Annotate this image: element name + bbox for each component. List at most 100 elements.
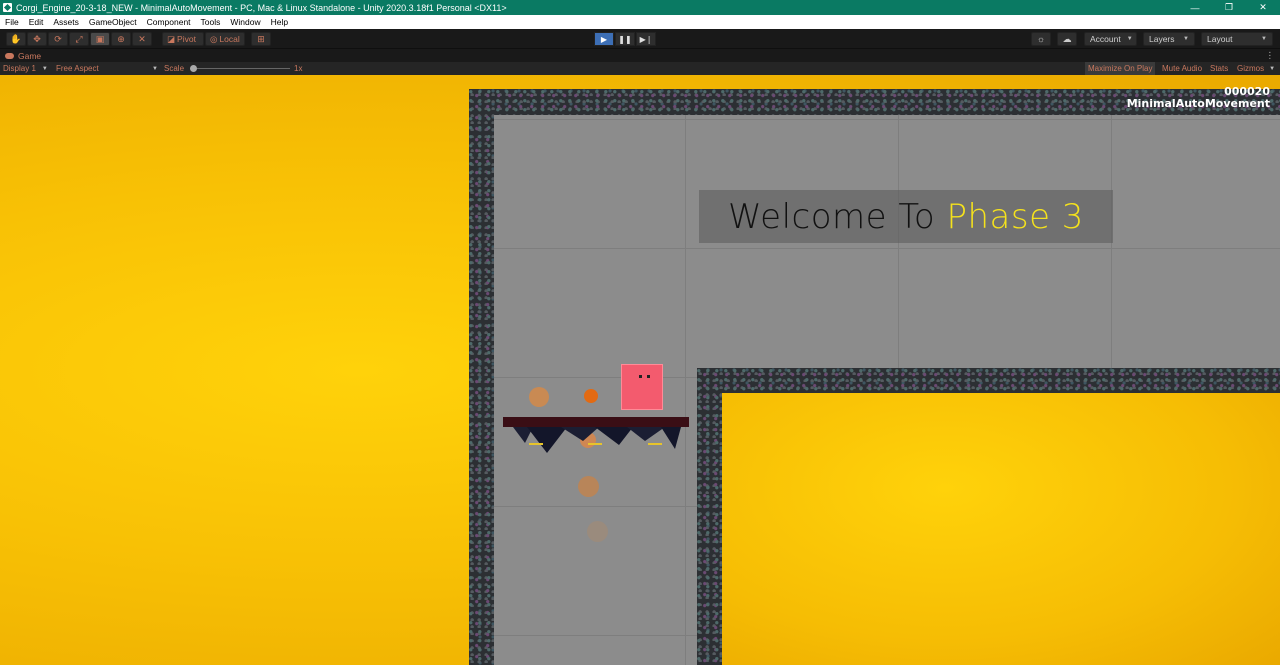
account-dropdown[interactable]: Account ▼ [1084,32,1137,46]
coin-orb [584,389,598,403]
coin-orb [529,387,549,407]
restore-button[interactable]: ❐ [1212,0,1246,15]
spike [527,427,567,453]
local-label: Local [219,34,240,44]
spike [561,427,599,441]
platform-spikes [513,427,681,453]
player-eye [639,375,642,378]
account-label: Account [1090,34,1121,44]
thruster [529,443,543,445]
coin-orb [587,521,608,542]
chevron-down-icon: ▼ [152,65,158,72]
grid-snap-icon: ⊞ [257,33,265,44]
snap-settings-button[interactable]: ⊞ [251,32,271,46]
layout-dropdown[interactable]: Layout ▼ [1201,32,1273,46]
rect-icon: ▣ [95,33,105,44]
gamepad-icon [5,52,14,59]
spike [661,427,681,449]
scale-icon: ⤢ [75,33,83,44]
move-icon: ✥ [33,33,41,44]
transform-icon: ⊕ [117,33,125,44]
aspect-label: Free Aspect [56,64,99,73]
close-button[interactable]: ✕ [1246,0,1280,15]
main-toolbar: ✋ ✥ ⟳ ⤢ ▣ ⊕ ✕ ◪ Pivot ◎ Local ⊞ ▶ ❚❚ ▶❘ ☼ … [0,29,1280,49]
menu-edit[interactable]: Edit [24,17,49,27]
cloud-icon: ☁ [1062,33,1072,44]
inner-area [722,393,1280,665]
play-icon: ▶ [600,34,608,44]
transform-tool-button[interactable]: ⊕ [111,32,131,46]
pause-icon: ❚❚ [618,34,632,44]
step-icon: ▶❘ [639,34,653,44]
left-wall [469,89,494,665]
minimize-button[interactable]: — [1178,0,1212,15]
window-title: Corgi_Engine_20-3-18_NEW - MinimalAutoMo… [16,2,507,13]
custom-tool-button[interactable]: ✕ [132,32,152,46]
rotate-tool-button[interactable]: ⟳ [48,32,68,46]
layers-label: Layers [1149,34,1175,44]
scale-slider-handle[interactable] [190,65,197,72]
gizmos-dropdown[interactable]: Gizmos ▼ [1234,62,1278,75]
menu-bar: File Edit Assets GameObject Component To… [0,15,1280,29]
ledge-side-wall [697,368,722,665]
move-tool-button[interactable]: ✥ [27,32,47,46]
maximize-on-play-toggle[interactable]: Maximize On Play [1085,62,1156,75]
player-eye [647,375,650,378]
menu-component[interactable]: Component [142,17,196,27]
thruster [588,443,602,445]
display-dropdown[interactable]: Display 1 ▼ [3,62,48,75]
menu-assets[interactable]: Assets [48,17,84,27]
rect-tool-button[interactable]: ▣ [90,32,110,46]
tab-game[interactable]: Game [0,51,41,61]
sun-icon: ☼ [1036,34,1046,44]
custom-tool-icon: ✕ [138,33,146,44]
layout-label: Layout [1207,34,1233,44]
game-tab-bar: Game ⋮ [0,49,1280,62]
scale-slider[interactable] [190,68,290,69]
rotate-icon: ⟳ [54,33,62,44]
menu-gameobject[interactable]: GameObject [84,17,142,27]
pause-button[interactable]: ❚❚ [615,32,635,46]
coin-orb [578,476,599,497]
welcome-banner: Welcome To Phase 3 [699,190,1113,243]
menu-help[interactable]: Help [266,17,293,27]
game-view[interactable]: 000020 MinimalAutoMovement Welcome To Ph… [0,75,1280,665]
play-button[interactable]: ▶ [594,32,614,46]
more-options-icon[interactable]: ⋮ [1266,50,1275,61]
window-title-bar: Corgi_Engine_20-3-18_NEW - MinimalAutoMo… [0,0,1280,15]
scale-label: Scale [164,64,185,73]
chevron-down-icon: ▼ [1183,36,1189,42]
menu-tools[interactable]: Tools [196,17,226,27]
spike [595,427,633,445]
collab-button[interactable]: ☼ [1031,32,1051,46]
chevron-down-icon: ▼ [1269,65,1276,72]
menu-file[interactable]: File [0,17,24,27]
mute-audio-label: Mute Audio [1162,64,1203,73]
mute-audio-toggle[interactable]: Mute Audio [1159,62,1205,75]
display-label: Display 1 [3,64,36,73]
scale-tool-button[interactable]: ⤢ [69,32,89,46]
moving-platform [503,417,689,427]
maximize-on-play-label: Maximize On Play [1088,64,1153,73]
player-character [621,364,663,410]
tab-game-label: Game [18,50,42,61]
welcome-text: Welcome To [728,196,947,237]
chevron-down-icon: ▼ [1261,36,1267,42]
unity-logo-icon [3,3,12,12]
step-button[interactable]: ▶❘ [636,32,656,46]
welcome-phase: Phase 3 [946,196,1084,237]
stats-label: Stats [1210,64,1229,73]
level-name: MinimalAutoMovement [1126,97,1270,110]
aspect-dropdown[interactable]: Free Aspect ▼ [56,62,158,75]
hand-icon: ✋ [10,33,22,44]
chevron-down-icon: ▼ [1126,36,1133,42]
layers-dropdown[interactable]: Layers ▼ [1143,32,1195,46]
cloud-button[interactable]: ☁ [1057,32,1077,46]
ledge-top-wall [697,368,1280,393]
pivot-toggle[interactable]: ◪ Pivot [162,32,204,46]
stats-toggle[interactable]: Stats [1207,62,1231,75]
menu-window[interactable]: Window [225,17,265,27]
spike [627,427,665,441]
local-toggle[interactable]: ◎ Local [205,32,245,46]
hand-tool-button[interactable]: ✋ [6,32,26,46]
